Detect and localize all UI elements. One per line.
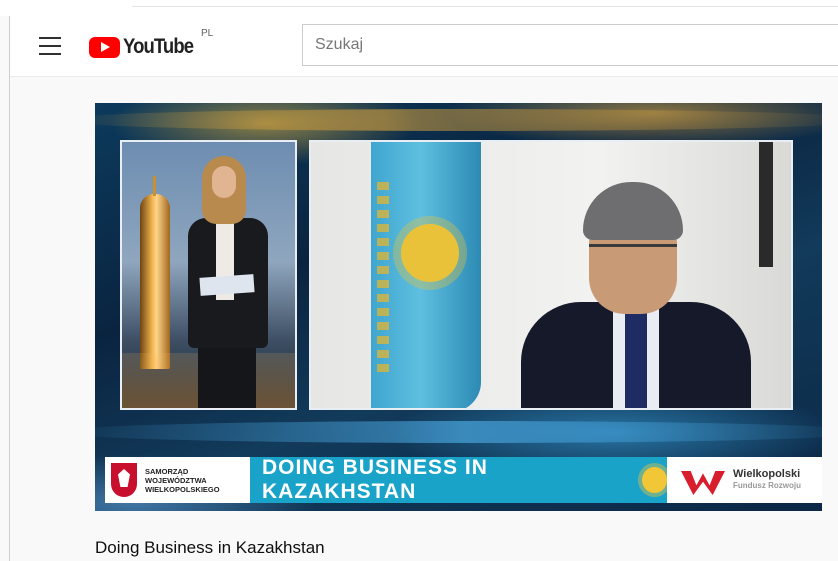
crest-icon (111, 463, 137, 497)
decorative-wave (95, 109, 822, 131)
divider (9, 16, 10, 561)
decorative-wave (95, 421, 822, 443)
banner-title-box: DOING BUSINESS IN KAZAKHSTAN (250, 456, 667, 503)
sun-icon (642, 467, 667, 493)
org-logo-left: SAMORZĄD WOJEWÓDZTWA WIELKOPOLSKIEGO (105, 457, 250, 503)
org-right-text: Wielkopolski Fundusz Rozwoju (733, 468, 801, 492)
presenter-frame (120, 140, 297, 410)
video-player[interactable]: SAMORZĄD WOJEWÓDZTWA WIELKOPOLSKIEGO DOI… (95, 103, 822, 511)
banner-title: DOING BUSINESS IN KAZAKHSTAN (262, 456, 488, 503)
speaker-frame (309, 140, 793, 410)
video-title: Doing Business in Kazakhstan (95, 538, 325, 557)
lower-third-banner: SAMORZĄD WOJEWÓDZTWA WIELKOPOLSKIEGO DOI… (95, 456, 822, 503)
divider (132, 6, 838, 7)
browser-top-strip (0, 0, 838, 16)
menu-icon[interactable] (39, 37, 61, 55)
tower-image (140, 176, 170, 369)
org-left-text: SAMORZĄD WOJEWÓDZTWA WIELKOPOLSKIEGO (145, 466, 220, 494)
w-logo-icon (681, 465, 725, 495)
search-input[interactable] (302, 24, 838, 66)
org-right-line1: Wielkopolski (733, 468, 801, 480)
play-icon (89, 36, 120, 58)
door-frame (759, 142, 773, 267)
presenter-figure (180, 156, 276, 408)
kazakhstan-flag (371, 142, 481, 408)
youtube-logo[interactable]: YouTube PL (89, 28, 213, 60)
org-right-line2: Fundusz Rozwoju (733, 481, 801, 490)
masthead: YouTube PL (10, 16, 838, 77)
org-logo-right: Wielkopolski Fundusz Rozwoju (667, 457, 822, 503)
speaker-figure (521, 182, 751, 408)
logo-wordmark: YouTube (123, 35, 194, 58)
region-code: PL (201, 28, 214, 39)
